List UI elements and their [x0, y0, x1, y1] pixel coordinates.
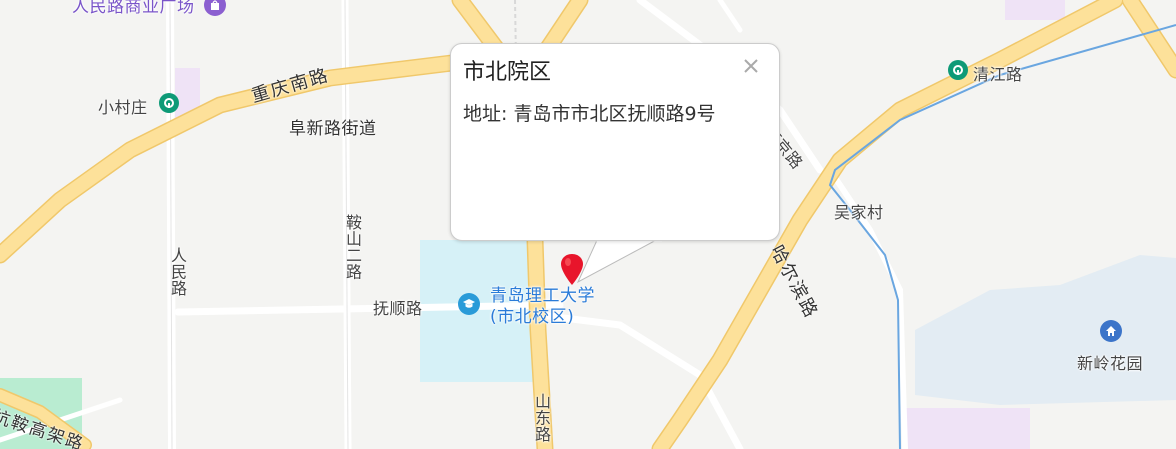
map-view[interactable]: 人民路商业广场 重庆南路 小村庄 阜新路街道 鞍山二路 人民路 抚顺路 青岛理工…	[0, 0, 1176, 449]
qingjiang-road-label: 清江路	[973, 65, 1023, 84]
popup-pointer	[576, 237, 661, 284]
popup-title: 市北院区	[463, 60, 552, 85]
renmin-road-label: 人民路	[168, 247, 187, 297]
fuxinlu-street-label: 阜新路街道	[289, 119, 377, 139]
xinling-garden-label: 新岭花园	[1077, 354, 1144, 373]
popup-address: 地址: 青岛市市北区抚顺路9号	[463, 103, 716, 125]
fushun-road-label: 抚顺路	[373, 299, 423, 318]
residential-icon	[1100, 320, 1122, 342]
location-marker-icon[interactable]	[558, 252, 586, 288]
metro-station-icon[interactable]	[159, 93, 179, 113]
shandong-road-label: 山东路	[532, 393, 551, 443]
renmin-mall-label: 人民路商业广场	[72, 0, 195, 17]
wujiacun-label: 吴家村	[834, 203, 884, 222]
university-label-line1[interactable]: 青岛理工大学	[490, 286, 595, 307]
anshan-road-label: 鞍山二路	[343, 214, 362, 280]
info-popup[interactable]: 市北院区 地址: 青岛市市北区抚顺路9号	[450, 43, 780, 241]
close-icon[interactable]	[741, 56, 761, 76]
commercial-area	[905, 408, 1030, 449]
residential-area	[915, 255, 1176, 405]
commercial-area-top	[1005, 0, 1065, 20]
xiaocunzhuang-label: 小村庄	[98, 98, 148, 117]
university-icon	[458, 293, 480, 315]
university-label-line2[interactable]: (市北校区)	[490, 307, 574, 328]
metro-station-icon[interactable]	[948, 60, 968, 80]
